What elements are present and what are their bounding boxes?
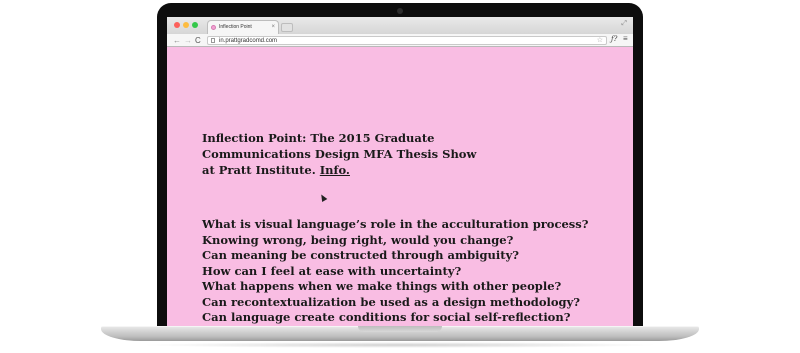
tab-title: Inflection Point [219, 24, 252, 30]
question-item: Can meaning be constructed through ambig… [202, 248, 520, 262]
browser-tab[interactable]: Inflection Point × [207, 20, 279, 34]
questions-list: What is visual language’s role in the ac… [202, 217, 622, 326]
address-bar[interactable]: in.prattgradcomd.com ☆ [207, 36, 607, 45]
forward-button[interactable]: → [184, 35, 192, 46]
tab-close-icon[interactable]: × [271, 21, 275, 34]
intro-line: Communications Design MFA Thesis Show [202, 147, 477, 161]
question-item: What is visual language’s role in the ac… [202, 217, 589, 231]
question-item: How can I feel at ease with uncertainty? [202, 263, 462, 278]
laptop-bezel: Inflection Point × ⤢ ← → C in.prattgradc… [157, 3, 643, 329]
intro-line-text: at Pratt Institute. [202, 163, 316, 177]
laptop-shadow [140, 342, 660, 348]
url-text: in.prattgradcomd.com [219, 38, 278, 44]
info-link[interactable]: Info. [320, 163, 350, 177]
laptop-screen: Inflection Point × ⤢ ← → C in.prattgradc… [167, 17, 633, 329]
new-tab-button[interactable] [281, 23, 293, 32]
browser-tab-bar: Inflection Point × ⤢ [167, 17, 633, 34]
extension-icon[interactable]: ƒ? [611, 35, 617, 43]
intro-text: Inflection Point: The 2015 Graduate Comm… [202, 130, 602, 178]
fullscreen-icon[interactable]: ⤢ [621, 20, 627, 28]
question-item: Can recontextualization be used as a des… [202, 294, 581, 309]
page-icon [211, 38, 215, 43]
intro-line: at Pratt Institute. Info. [202, 162, 602, 178]
laptop-notch [358, 326, 442, 332]
camera-icon [397, 8, 403, 14]
minimize-window-button[interactable] [183, 22, 189, 28]
menu-icon[interactable]: ≡ [623, 34, 628, 43]
bookmark-star-icon[interactable]: ☆ [597, 37, 603, 45]
back-button[interactable]: ← [173, 35, 181, 46]
question-item: Knowing wrong, being right, would you ch… [202, 232, 514, 247]
favicon-icon [211, 25, 216, 30]
page-content: Inflection Point: The 2015 Graduate Comm… [167, 48, 633, 329]
browser-toolbar: ← → C in.prattgradcomd.com ☆ ƒ? ≡ [167, 34, 633, 47]
reload-button[interactable]: C [195, 35, 201, 46]
maximize-window-button[interactable] [192, 22, 198, 28]
question-item: What happens when we make things with ot… [202, 279, 562, 293]
question-item: Can language create conditions for socia… [202, 310, 571, 324]
mouse-cursor-icon [318, 192, 328, 203]
intro-line: Inflection Point: The 2015 Graduate [202, 131, 435, 145]
close-window-button[interactable] [174, 22, 180, 28]
